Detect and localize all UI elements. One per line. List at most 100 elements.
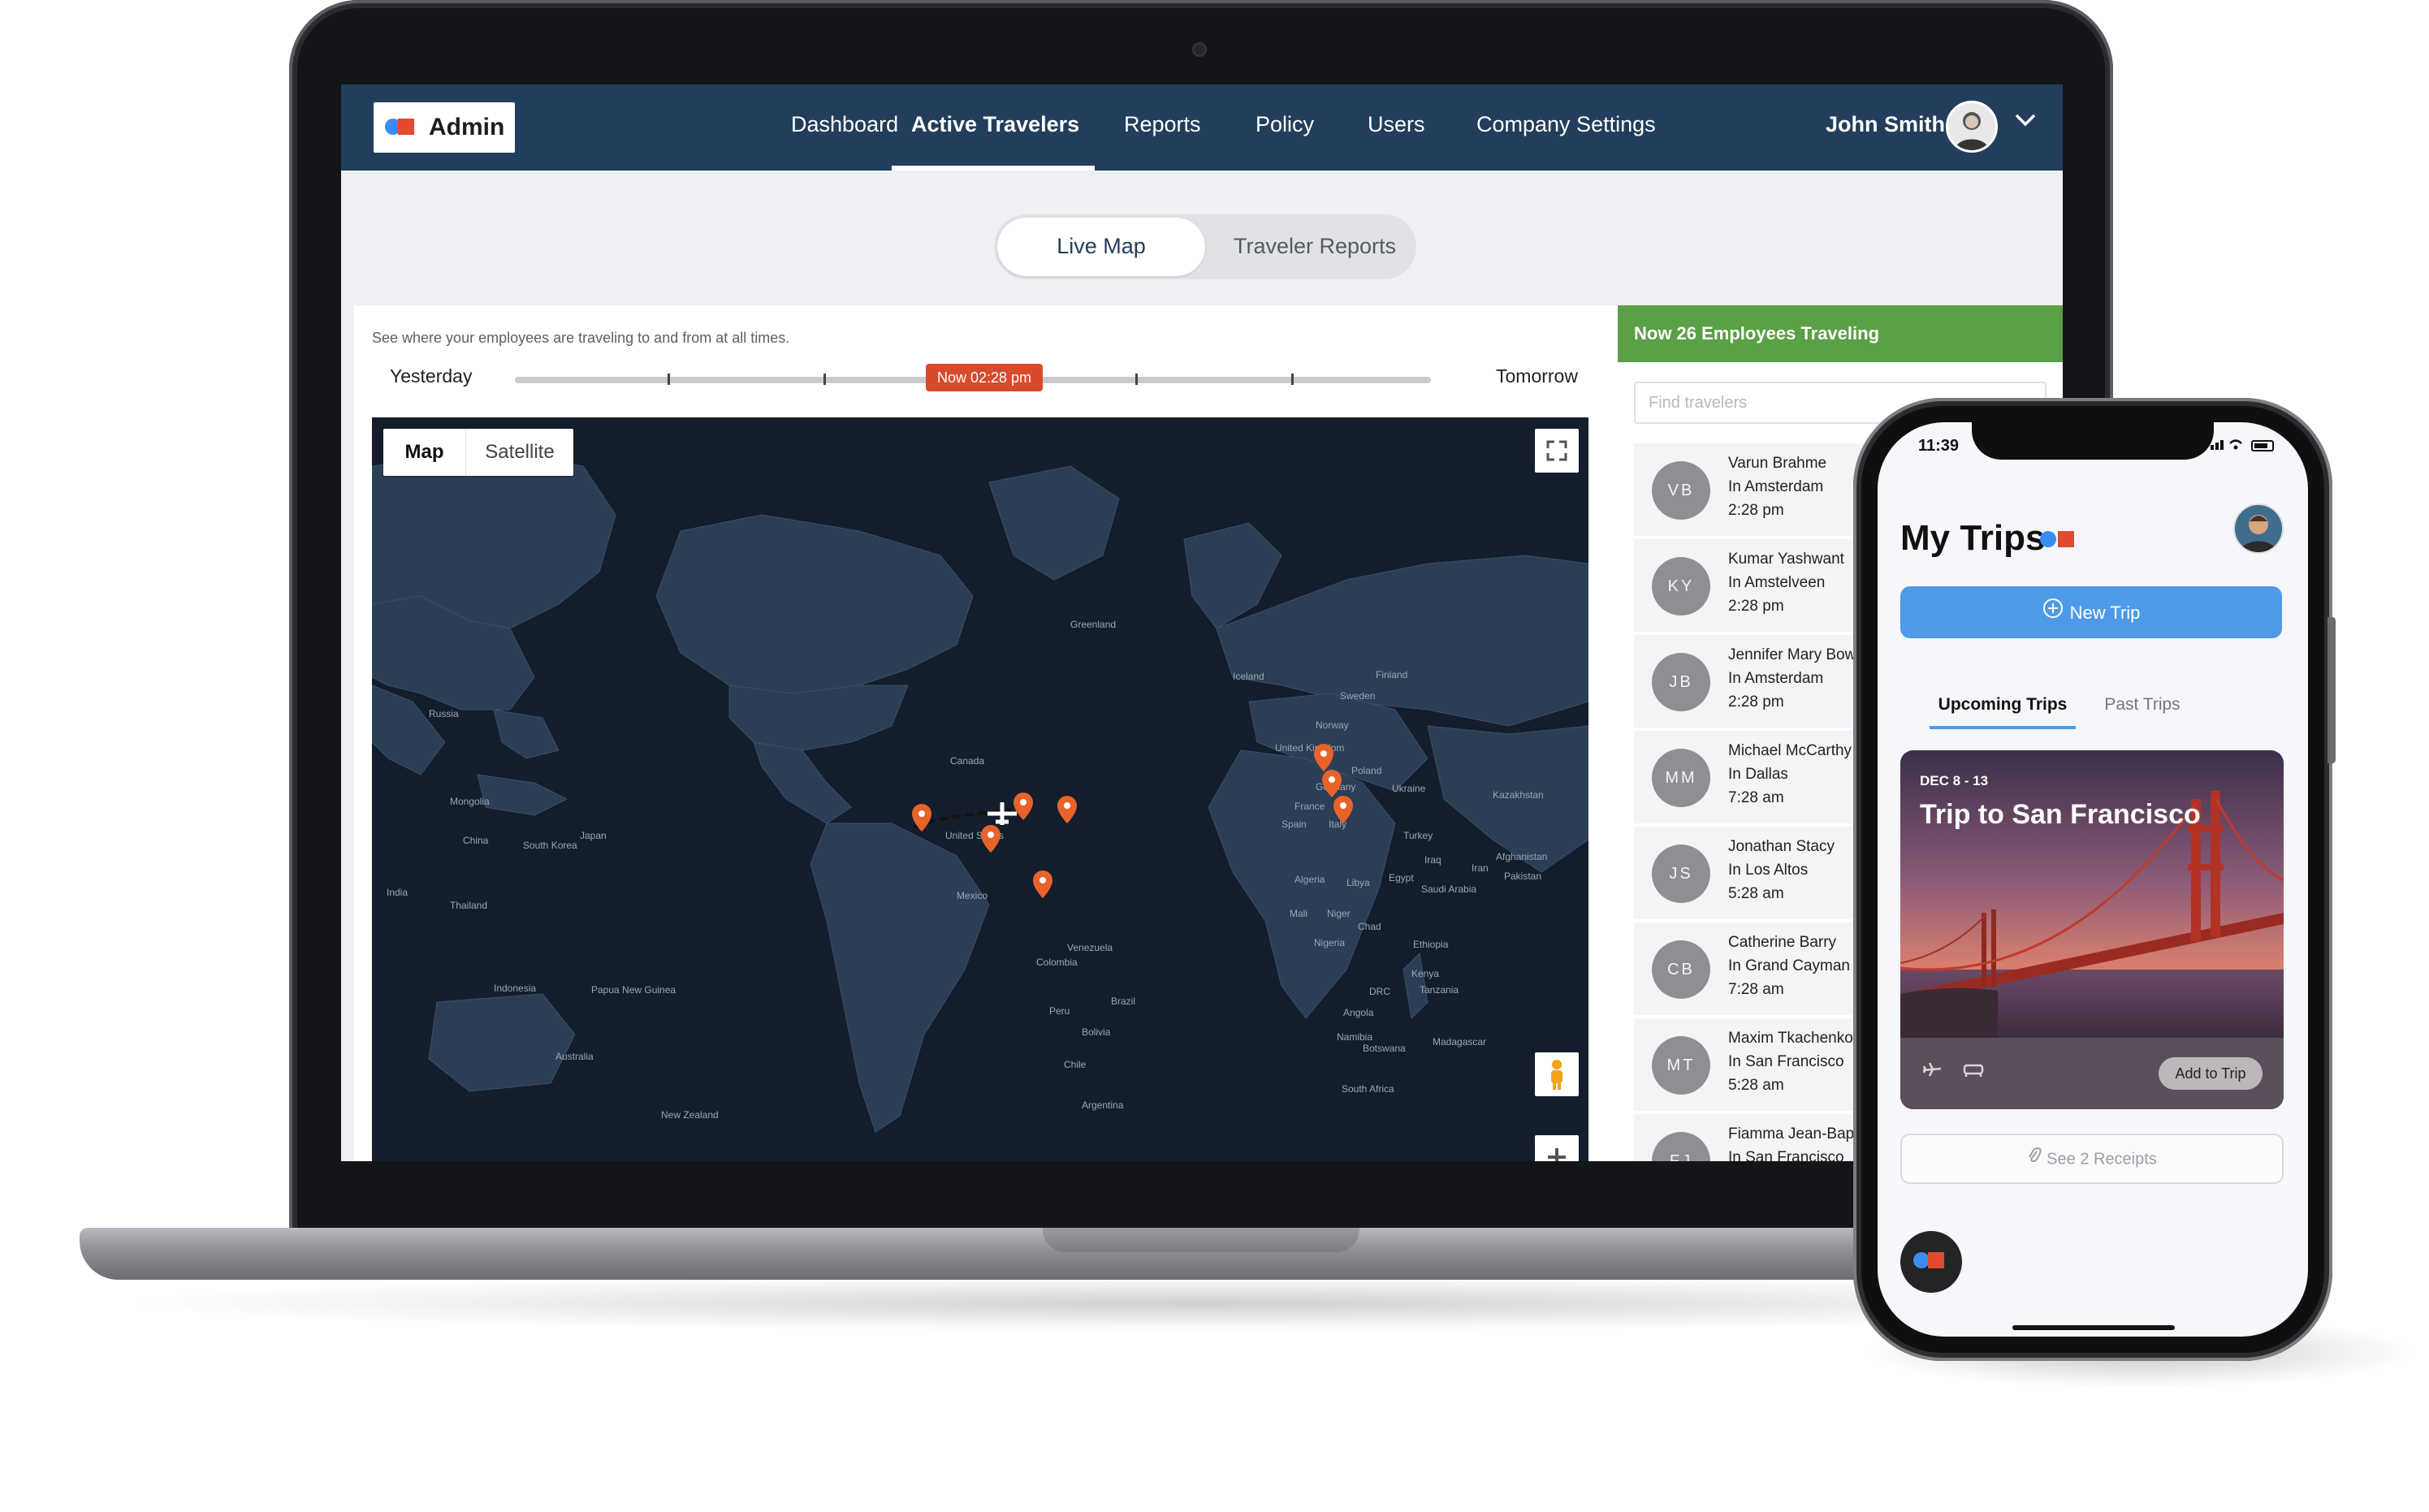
map-overlay <box>912 744 1353 898</box>
paperclip-icon <box>2027 1136 2042 1183</box>
traveler-location: In Amsterdam <box>1728 670 1824 687</box>
brand-square-icon <box>2058 531 2074 547</box>
street-view-pegman-icon[interactable] <box>1535 1052 1579 1096</box>
timeline-tick <box>1135 374 1138 385</box>
see-receipts-button[interactable]: See 2 Receipts <box>1900 1134 2284 1184</box>
add-to-trip-button[interactable]: Add to Trip <box>2159 1057 2263 1090</box>
traveler-avatar: KY <box>1652 557 1710 616</box>
travelers-count-header: Now 26 Employees Traveling <box>1618 305 2063 362</box>
traveler-avatar: JB <box>1652 653 1710 711</box>
traveler-location: In San Francisco <box>1728 1149 1844 1161</box>
user-menu-chevron-down-icon[interactable] <box>2012 107 2038 140</box>
admin-screen: Admin Dashboard Active Travelers Reports… <box>341 84 2063 1161</box>
traveler-location: In Dallas <box>1728 766 1788 783</box>
traveler-avatar: MT <box>1652 1036 1710 1095</box>
laptop-camera <box>1192 42 1207 57</box>
trip-dates: DEC 8 - 13 <box>1920 773 1989 788</box>
traveler-name: Varun Brahme <box>1728 455 1827 472</box>
traveler-name: Kumar Yashwant <box>1728 551 1844 568</box>
location-pin-icon <box>1014 793 1033 820</box>
phone-screen: 11:39 My Trips New Trip Upcoming Trips P… <box>1878 422 2308 1337</box>
map-type-satellite-button[interactable]: Satellite <box>466 429 573 476</box>
logo-square-icon <box>398 119 414 135</box>
plus-circle-icon <box>2042 587 2064 639</box>
traveler-location: In San Francisco <box>1728 1053 1844 1070</box>
traveler-time: 7:28 am <box>1728 981 1784 998</box>
phone-side-button <box>2327 617 2336 763</box>
toggle-live-map[interactable]: Live Map <box>997 218 1205 276</box>
traveler-time: 7:28 am <box>1728 789 1784 806</box>
signal-wifi-icon <box>2211 437 2246 454</box>
world-map[interactable]: Greenland Iceland Finland Sweden Norway … <box>372 417 1588 1161</box>
traveler-name: Jennifer Mary Bowe <box>1728 646 1865 663</box>
zoom-in-button[interactable] <box>1535 1135 1579 1161</box>
admin-logo[interactable]: Admin <box>374 102 515 153</box>
my-trips-title: My Trips <box>1900 518 2046 558</box>
traveler-name: Maxim Tkachenko <box>1728 1030 1853 1047</box>
toggle-traveler-reports[interactable]: Traveler Reports <box>1213 234 1416 259</box>
tab-upcoming-trips[interactable]: Upcoming Trips <box>1930 695 2076 715</box>
location-pin-icon <box>1322 770 1342 797</box>
chat-brand-square-icon <box>1928 1252 1944 1268</box>
trip-title: Trip to San Francisco <box>1920 799 2201 830</box>
traveler-location: In Los Altos <box>1728 862 1809 879</box>
battery-fill <box>2254 443 2267 448</box>
timeline-tick <box>668 374 670 385</box>
nav-active-indicator <box>892 166 1095 171</box>
battery-icon <box>2251 440 2274 451</box>
traveler-time: 5:28 am <box>1728 885 1784 902</box>
phone-status-time: 11:39 <box>1918 437 1960 455</box>
location-pin-icon <box>981 825 1001 853</box>
nav-company-settings[interactable]: Company Settings <box>1476 112 1656 137</box>
phone-notch <box>1972 422 2214 460</box>
flight-icon <box>1921 1059 1943 1086</box>
brand-dot-icon <box>2040 531 2056 547</box>
live-map-panel: See where your employees are traveling t… <box>354 305 1621 1161</box>
user-name[interactable]: John Smith <box>1826 112 1945 137</box>
traveler-time: 2:28 pm <box>1728 502 1784 519</box>
map-description: See where your employees are traveling t… <box>372 330 790 346</box>
location-pin-icon <box>1057 796 1077 823</box>
traveler-location: In Amsterdam <box>1728 478 1824 495</box>
see-receipts-label: See 2 Receipts <box>2046 1150 2157 1169</box>
traveler-avatar: VB <box>1652 461 1710 520</box>
traveler-location: In Grand Cayman <box>1728 957 1850 974</box>
nav-active-travelers[interactable]: Active Travelers <box>911 112 1079 137</box>
trip-card[interactable]: DEC 8 - 13 Trip to San Francisco Add to … <box>1900 750 2284 1109</box>
nav-reports[interactable]: Reports <box>1124 112 1201 137</box>
nav-policy[interactable]: Policy <box>1256 112 1314 137</box>
profile-avatar[interactable] <box>2233 503 2284 554</box>
timeline-now-marker[interactable]: Now 02:28 pm <box>926 364 1043 391</box>
new-trip-button[interactable]: New Trip <box>1900 586 2282 638</box>
timeline-end-label: Tomorrow <box>1496 365 1578 387</box>
logo-text: Admin <box>429 114 505 140</box>
traveler-location: In Amstelveen <box>1728 574 1826 591</box>
traveler-avatar: MM <box>1652 749 1710 807</box>
golden-gate-bridge-image <box>1900 750 2284 1038</box>
trip-card-footer: Add to Trip <box>1900 1038 2284 1109</box>
toggle-live-map-label: Live Map <box>1057 234 1146 258</box>
timeline-tick <box>823 374 826 385</box>
timeline-start-label: Yesterday <box>390 365 473 387</box>
map-type-control: Map Satellite <box>383 429 573 476</box>
location-pin-icon <box>1314 744 1333 771</box>
location-pin-icon <box>1333 796 1353 823</box>
traveler-time: 2:28 pm <box>1728 693 1784 711</box>
laptop-opening-notch <box>1043 1228 1359 1252</box>
traveler-name: Catherine Barry <box>1728 934 1837 951</box>
traveler-name: Jonathan Stacy <box>1728 838 1835 855</box>
chat-bubble-button[interactable] <box>1900 1231 1962 1293</box>
timeline-tick <box>1291 374 1294 385</box>
chat-brand-dot-icon <box>1913 1252 1930 1268</box>
home-indicator <box>2012 1325 2175 1330</box>
fullscreen-icon[interactable] <box>1535 429 1579 473</box>
traveler-name: Michael McCarthy <box>1728 742 1852 759</box>
nav-dashboard[interactable]: Dashboard <box>791 112 898 137</box>
tab-past-trips[interactable]: Past Trips <box>2085 695 2199 715</box>
nav-users[interactable]: Users <box>1368 112 1425 137</box>
airplane-icon <box>988 802 1017 825</box>
user-avatar[interactable] <box>1946 101 1998 153</box>
map-type-map-button[interactable]: Map <box>383 429 466 476</box>
traveler-avatar: CB <box>1652 940 1710 999</box>
traveler-time: 5:28 am <box>1728 1077 1784 1094</box>
